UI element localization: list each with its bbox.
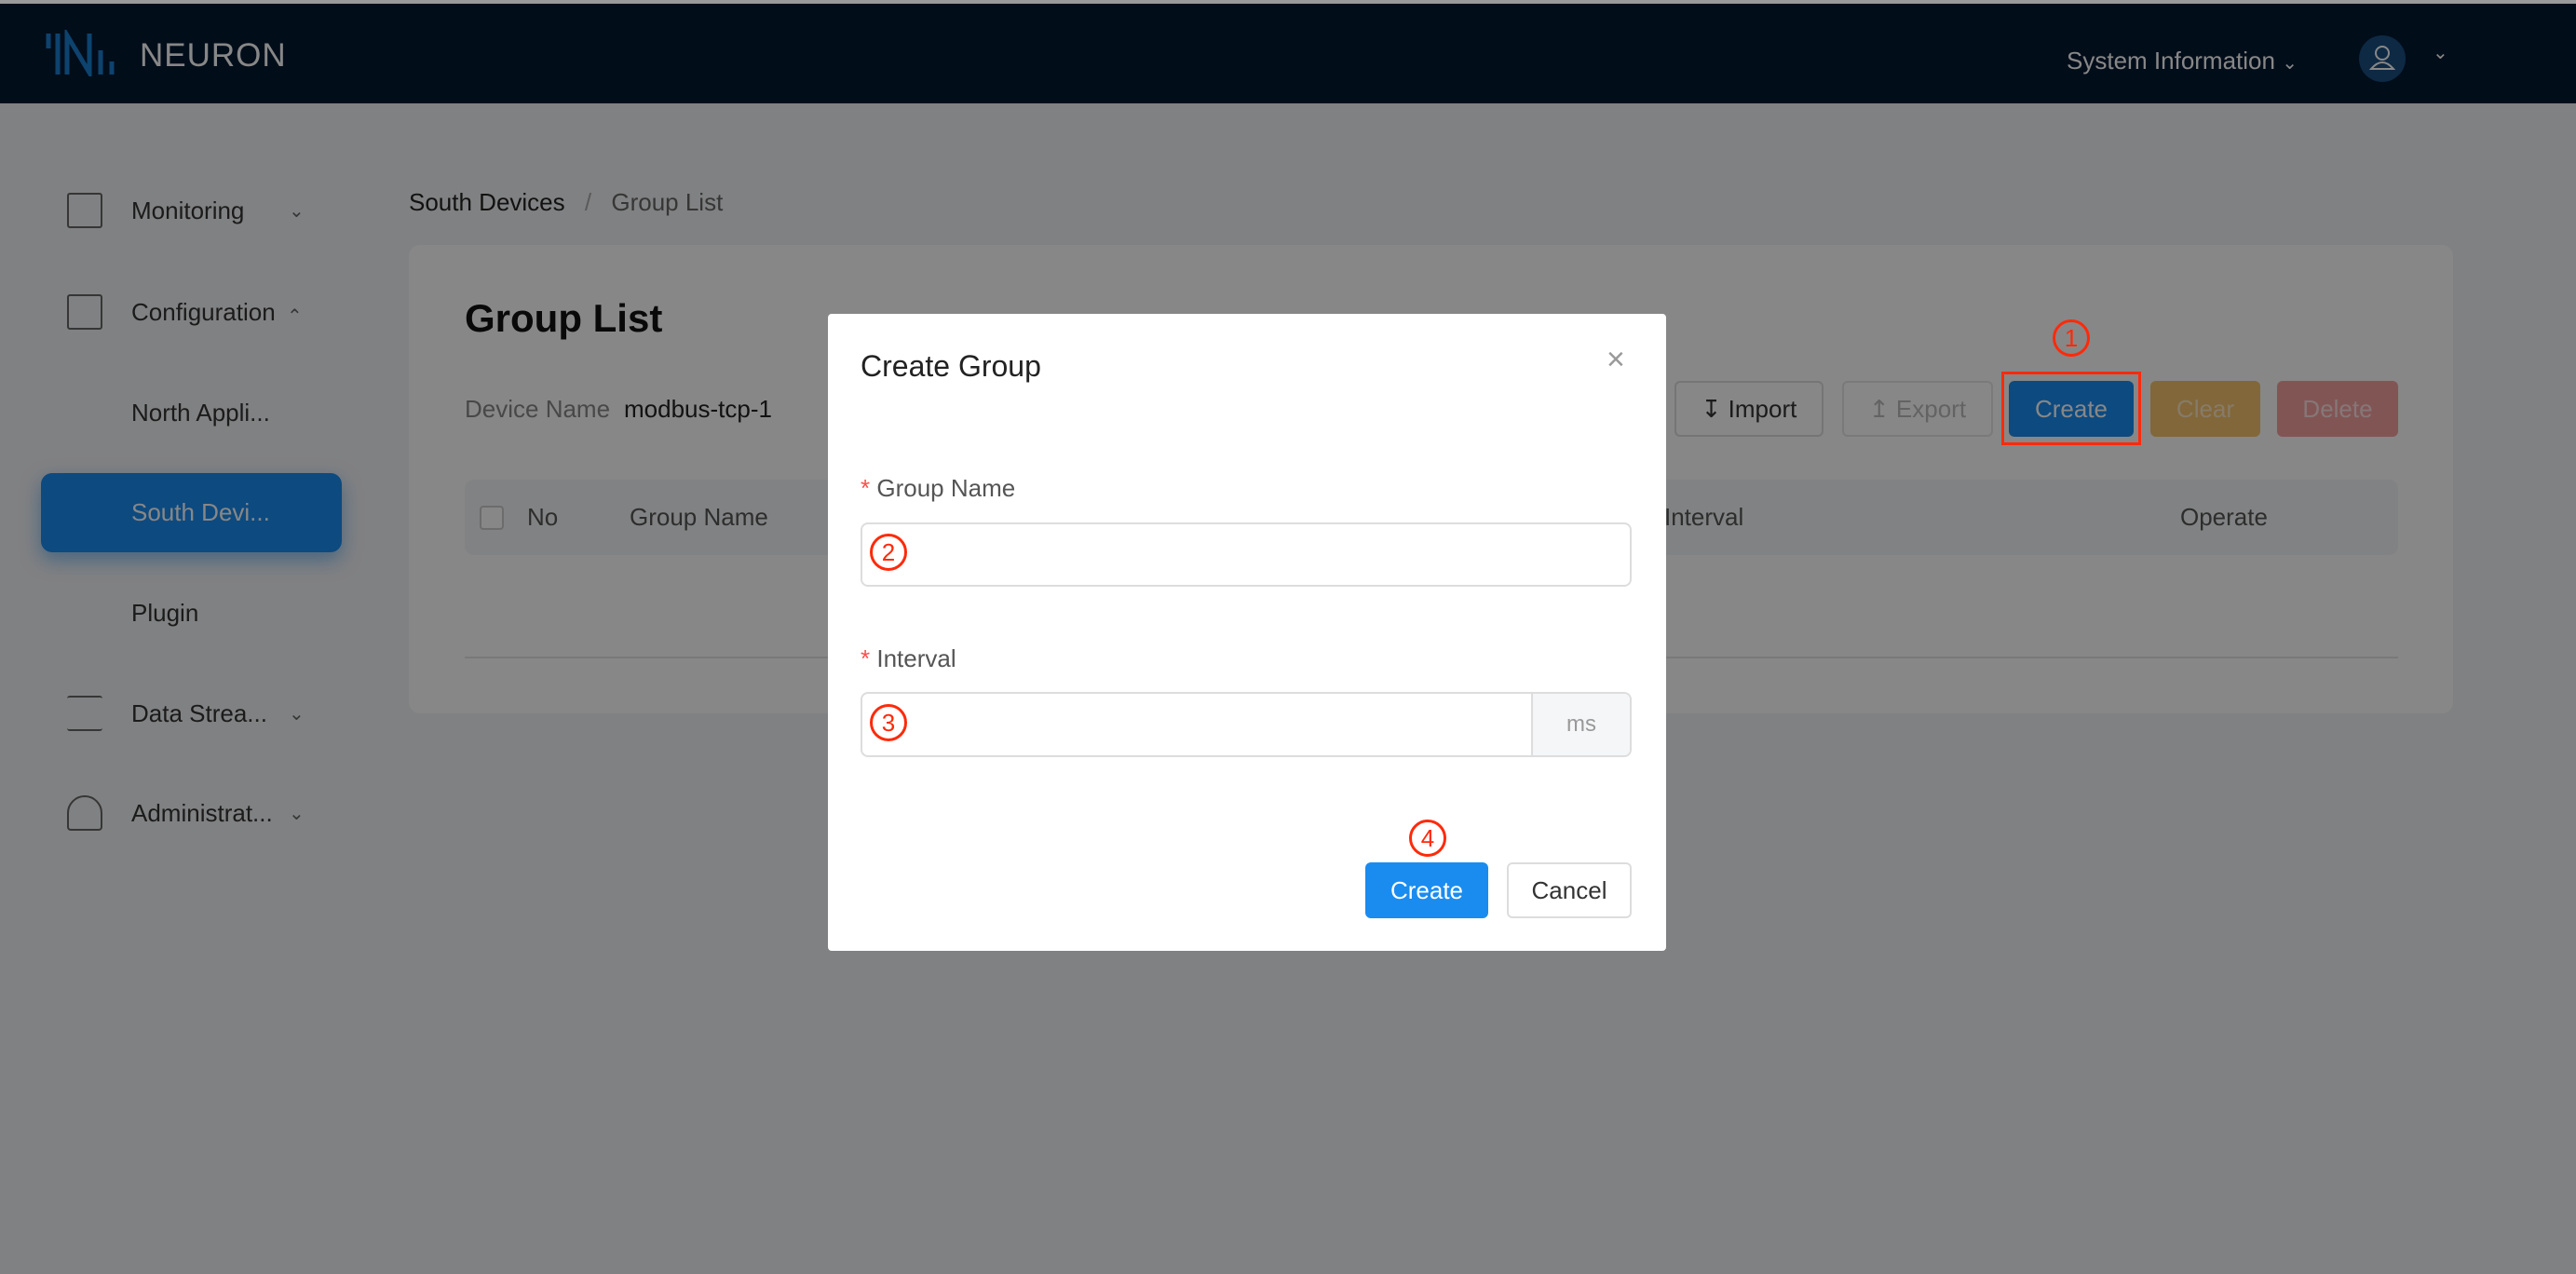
group-name-label: * Group Name <box>861 474 1015 503</box>
interval-input[interactable] <box>862 694 1531 755</box>
interval-unit-addon: ms <box>1531 694 1630 755</box>
dialog-create-button[interactable]: Create <box>1365 862 1488 918</box>
interval-label: * Interval <box>861 644 956 673</box>
dialog-title: Create Group <box>861 349 1041 383</box>
annotation-highlight-box <box>2001 372 2141 445</box>
group-name-input[interactable] <box>861 522 1632 587</box>
annotation-2: 2 <box>870 534 907 571</box>
required-mark: * <box>861 474 871 502</box>
annotation-3: 3 <box>870 704 907 741</box>
dialog-cancel-button[interactable]: Cancel <box>1507 862 1632 918</box>
annotation-4: 4 <box>1409 820 1446 857</box>
interval-label-text: Interval <box>876 644 956 672</box>
required-mark: * <box>861 644 871 672</box>
annotation-1: 1 <box>2053 319 2090 357</box>
create-group-dialog: Create Group × * Group Name * Interval m… <box>828 314 1666 951</box>
close-icon[interactable]: × <box>1607 342 1625 378</box>
group-name-label-text: Group Name <box>876 474 1016 502</box>
interval-input-group: ms <box>861 692 1632 757</box>
